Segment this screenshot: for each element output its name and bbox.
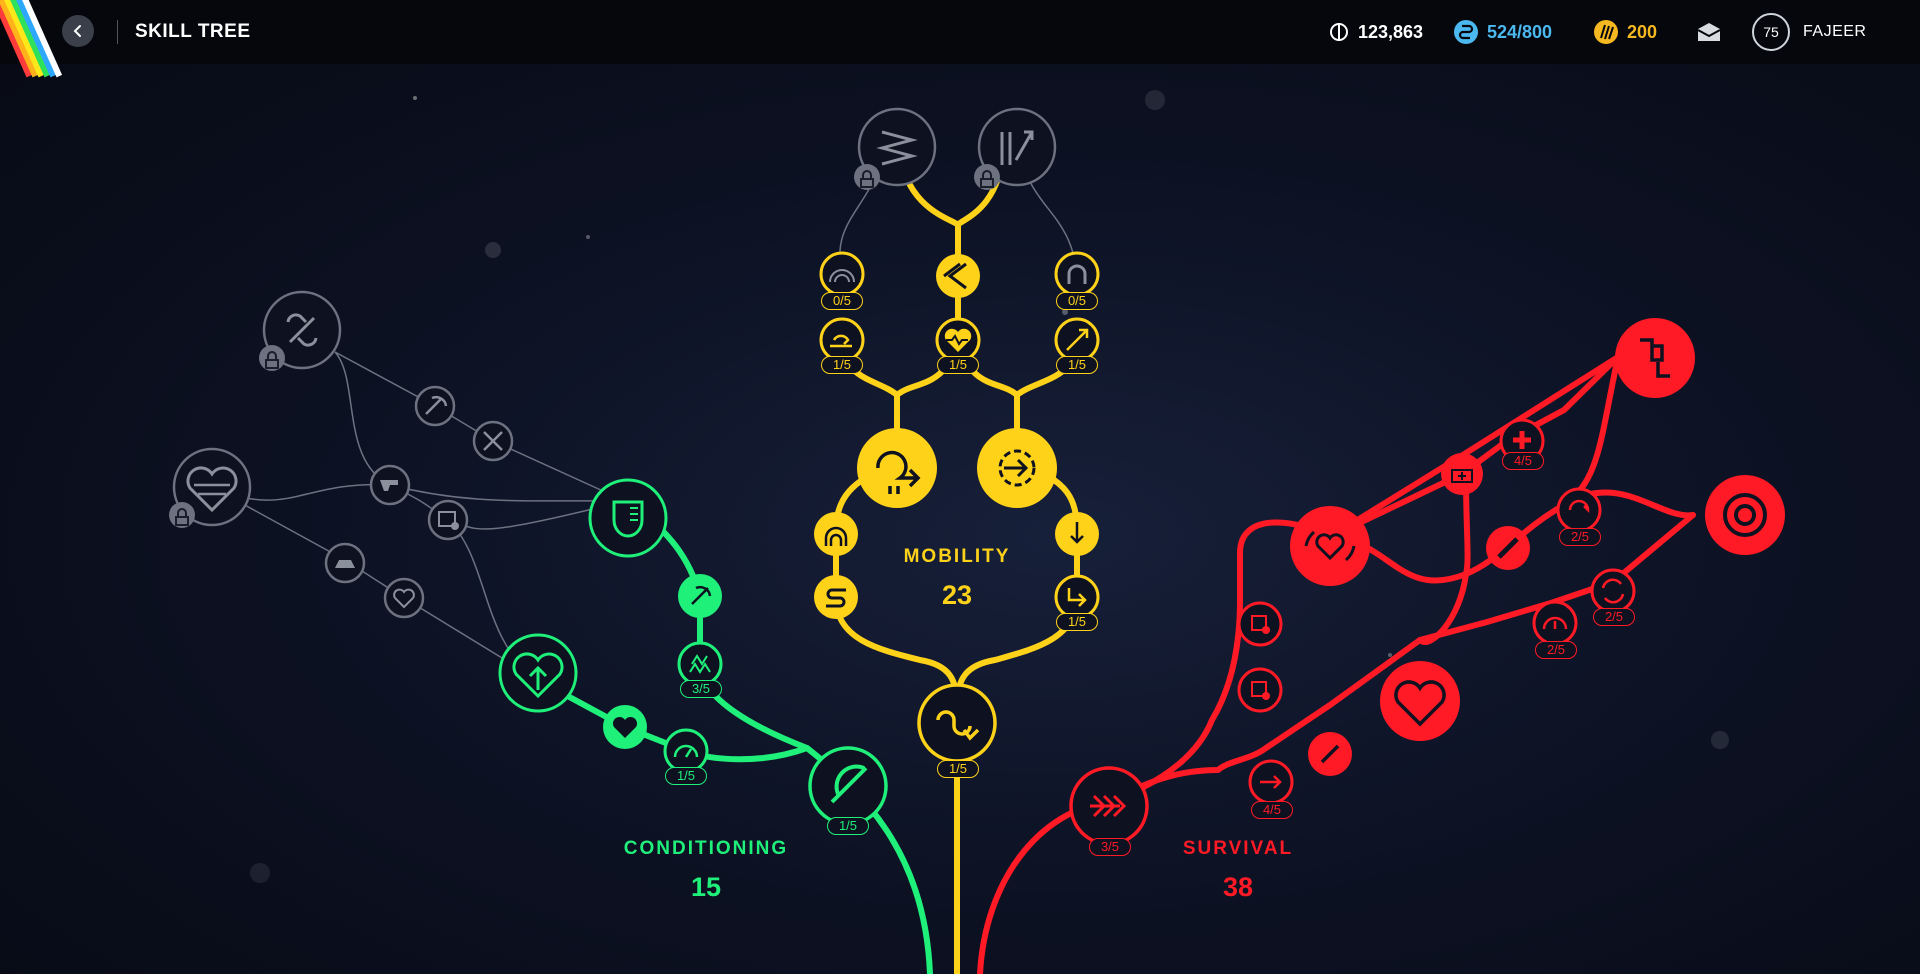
rank-pill: 3/5 xyxy=(1089,838,1131,856)
mobility-label: MOBILITY 23 xyxy=(886,546,1028,611)
skill-node-locked-f[interactable] xyxy=(427,499,469,541)
skill-node-mob-root[interactable] xyxy=(917,683,997,763)
skill-node-sur-e[interactable] xyxy=(1590,568,1636,614)
skill-node-locked-a[interactable] xyxy=(259,290,342,371)
mail-icon xyxy=(1697,23,1721,41)
rank-pill: 2/5 xyxy=(1535,641,1577,659)
skill-node-sur-j[interactable] xyxy=(1237,667,1283,713)
skill-node-con-b[interactable] xyxy=(678,574,722,618)
skill-tree xyxy=(169,90,1785,974)
rank-pill: 4/5 xyxy=(1502,452,1544,470)
page-title: SKILL TREE xyxy=(135,21,251,42)
skill-node-mob-j[interactable] xyxy=(1055,512,1099,556)
rank-pill: 1/5 xyxy=(937,760,979,778)
skill-node-mob-locked-b[interactable] xyxy=(974,107,1057,190)
skill-node-locked-g[interactable] xyxy=(324,542,366,584)
rank-pill: 2/5 xyxy=(1593,608,1635,626)
currency-2: 524/800 xyxy=(1453,18,1552,46)
rank-pill: 1/5 xyxy=(665,767,707,785)
locked-nodes xyxy=(169,290,514,619)
rank-pill: 2/5 xyxy=(1559,528,1601,546)
currency-1-value: 123,863 xyxy=(1358,21,1424,42)
skill-node-mob-l[interactable] xyxy=(1054,574,1100,620)
rank-pill: 4/5 xyxy=(1251,801,1293,819)
rank-pill: 1/5 xyxy=(1056,356,1098,374)
player-level: 75 xyxy=(1752,13,1790,51)
survival-label: SURVIVAL 38 xyxy=(1160,838,1316,903)
chevron-left-icon xyxy=(73,25,81,37)
skill-node-sur-root[interactable] xyxy=(1069,766,1149,846)
skill-node-locked-d[interactable] xyxy=(472,420,514,462)
skill-node-sur-d[interactable] xyxy=(1532,600,1578,646)
skill-node-sur-i[interactable] xyxy=(1237,601,1283,647)
rank-pill: 1/5 xyxy=(827,817,869,835)
currency-3: 200 xyxy=(1593,18,1657,46)
skill-node-sur-n[interactable] xyxy=(1615,318,1695,398)
skill-node-mob-i[interactable] xyxy=(814,512,858,556)
skill-node-locked-e[interactable] xyxy=(369,464,411,506)
skill-node-con-d[interactable] xyxy=(498,633,578,713)
rank-pill: 1/5 xyxy=(1056,613,1098,631)
currency-3-value: 200 xyxy=(1627,21,1658,42)
skill-node-mob-e[interactable] xyxy=(935,317,981,363)
stripes-coin-icon xyxy=(1594,20,1618,44)
skill-node-mob-k[interactable] xyxy=(814,575,858,619)
currency-2-value: 524/800 xyxy=(1487,21,1553,42)
skill-node-con-a[interactable] xyxy=(588,478,668,558)
divider xyxy=(117,20,118,44)
skill-node-locked-c[interactable] xyxy=(414,385,456,427)
conditioning-points: 15 xyxy=(690,872,722,902)
top-bar: SKILL TREE 123,863 524/800 200 75 FAJEER xyxy=(0,0,1920,78)
token-icon xyxy=(1454,20,1478,44)
skill-node-sur-g[interactable] xyxy=(1486,526,1530,570)
survival-paths xyxy=(977,354,1696,974)
skill-node-sur-l[interactable] xyxy=(1441,453,1483,495)
skill-node-con-root[interactable] xyxy=(808,746,888,826)
skill-node-sur-f[interactable] xyxy=(1705,475,1785,555)
skill-node-mob-a[interactable] xyxy=(819,251,865,297)
skill-node-mob-f[interactable] xyxy=(1054,317,1100,363)
skill-node-locked-b[interactable] xyxy=(169,447,252,528)
skill-node-locked-h[interactable] xyxy=(383,577,425,619)
skill-node-mob-c[interactable] xyxy=(1054,251,1100,297)
rank-pill: 1/5 xyxy=(821,356,863,374)
skill-node-sur-h[interactable] xyxy=(1556,487,1602,533)
triple-chevron-icon xyxy=(1090,794,1127,818)
rank-pill: 0/5 xyxy=(1056,292,1098,310)
skill-node-mob-locked-a[interactable] xyxy=(854,107,937,190)
mobility-points: 23 xyxy=(941,580,973,610)
skill-node-sur-k[interactable] xyxy=(1290,506,1370,586)
skill-node-mob-g[interactable] xyxy=(857,428,937,508)
mobility-nodes xyxy=(814,107,1100,763)
skill-node-con-e[interactable] xyxy=(603,705,647,749)
mail-button[interactable] xyxy=(1696,22,1722,47)
username[interactable]: FAJEER xyxy=(1803,23,1866,41)
skill-node-sur-a[interactable] xyxy=(1248,759,1294,805)
currency-1: 123,863 xyxy=(1328,18,1423,46)
survival-points: 38 xyxy=(1222,872,1254,902)
skill-node-sur-c[interactable] xyxy=(1380,661,1460,741)
rank-pill: 1/5 xyxy=(937,356,979,374)
coin-icon xyxy=(1330,23,1348,41)
skill-node-con-c[interactable] xyxy=(677,641,723,687)
rank-pill: 0/5 xyxy=(821,292,863,310)
conditioning-label: CONDITIONING 15 xyxy=(600,838,812,903)
skill-node-sur-b[interactable] xyxy=(1308,732,1352,776)
skill-node-con-f[interactable] xyxy=(663,728,709,774)
back-button[interactable] xyxy=(62,15,94,47)
skill-node-mob-d[interactable] xyxy=(819,317,865,363)
conditioning-name: CONDITIONING xyxy=(623,838,789,859)
skill-node-mob-h[interactable] xyxy=(977,428,1057,508)
conditioning-paths xyxy=(535,498,933,974)
survival-name: SURVIVAL xyxy=(1182,838,1294,859)
skill-node-mob-b[interactable] xyxy=(936,254,980,298)
rank-pill: 3/5 xyxy=(680,680,722,698)
mobility-name: MOBILITY xyxy=(903,546,1011,567)
